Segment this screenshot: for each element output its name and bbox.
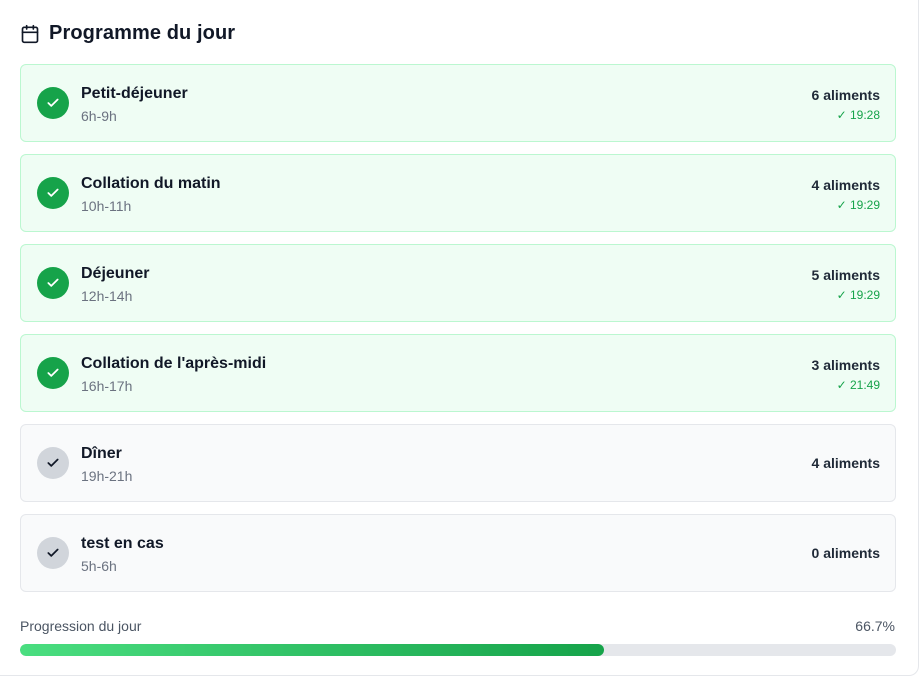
meal-food-count: 4 aliments xyxy=(811,455,880,471)
meal-name: Dîner xyxy=(81,445,122,462)
meal-food-count: 3 aliments xyxy=(811,357,880,373)
check-icon xyxy=(47,188,59,197)
check-icon xyxy=(47,458,59,467)
meal-completed-time: ✓ 19:29 xyxy=(836,198,880,212)
meal-summary: 0 aliments xyxy=(812,545,880,562)
page-title: Programme du jour xyxy=(49,22,236,44)
meal-name: test en cas xyxy=(81,535,164,552)
meal-food-count: 4 aliments xyxy=(811,177,880,193)
meal-completed-time: ✓ 19:28 xyxy=(836,108,880,122)
check-icon xyxy=(47,278,59,287)
meal-time-window: 10h-11h xyxy=(81,198,132,214)
meal-item[interactable]: Petit-déjeuner 6h-9h 6 aliments ✓ 19:28 xyxy=(20,64,896,142)
meal-summary: 6 aliments ✓ 19:28 xyxy=(812,87,880,123)
meal-summary: 5 aliments ✓ 19:29 xyxy=(812,267,880,303)
meal-completed-time: ✓ 19:29 xyxy=(836,288,880,302)
meal-summary: 3 aliments ✓ 21:49 xyxy=(812,357,880,393)
meal-item[interactable]: Collation de l'après-midi 16h-17h 3 alimen… xyxy=(20,334,896,412)
meal-name: Déjeuner xyxy=(81,265,150,282)
check-icon xyxy=(47,368,59,377)
meal-food-count: 0 aliments xyxy=(811,545,880,561)
progress-label: Progression du jour xyxy=(20,618,142,634)
calendar-icon xyxy=(21,24,39,43)
meal-summary: 4 aliments ✓ 19:29 xyxy=(812,177,880,213)
meal-completed-time: ✓ 21:49 xyxy=(836,378,880,392)
check-icon xyxy=(47,548,59,557)
meal-list: Petit-déjeuner 6h-9h 6 aliments ✓ 19:28 Coll… xyxy=(20,64,896,604)
meal-status-toggle[interactable] xyxy=(37,177,69,209)
meal-name: Petit-déjeuner xyxy=(81,85,188,102)
meal-status-toggle[interactable] xyxy=(37,87,69,119)
meal-status-toggle[interactable] xyxy=(37,537,69,569)
daily-program-card: Programme du jour Petit-déjeuner 6h-9h 6 a… xyxy=(0,0,919,676)
card-header: Programme du jour xyxy=(20,22,235,45)
meal-item[interactable]: test en cas 5h-6h 0 aliments xyxy=(20,514,896,592)
meal-summary: 4 aliments xyxy=(812,455,880,472)
progress-bar-fill xyxy=(20,644,605,656)
meal-time-window: 19h-21h xyxy=(81,468,133,484)
meal-name: Collation de l'après-midi xyxy=(81,355,267,372)
meal-name: Collation du matin xyxy=(81,175,221,192)
meal-status-toggle[interactable] xyxy=(37,357,69,389)
meal-status-toggle[interactable] xyxy=(37,267,69,299)
progress-bar xyxy=(20,644,896,656)
meal-time-window: 6h-9h xyxy=(81,108,117,124)
progress-value: 66.7% xyxy=(855,618,895,634)
meal-item[interactable]: Dîner 19h-21h 4 aliments xyxy=(20,424,896,502)
meal-food-count: 6 aliments xyxy=(811,87,880,103)
meal-item[interactable]: Déjeuner 12h-14h 5 aliments ✓ 19:29 xyxy=(20,244,896,322)
meal-time-window: 12h-14h xyxy=(81,288,133,304)
meal-status-toggle[interactable] xyxy=(37,447,69,479)
meal-time-window: 16h-17h xyxy=(81,378,133,394)
meal-time-window: 5h-6h xyxy=(81,558,117,574)
meal-food-count: 5 aliments xyxy=(811,267,880,283)
check-icon xyxy=(47,98,59,107)
meal-item[interactable]: Collation du matin 10h-11h 4 aliments ✓ 19:… xyxy=(20,154,896,232)
